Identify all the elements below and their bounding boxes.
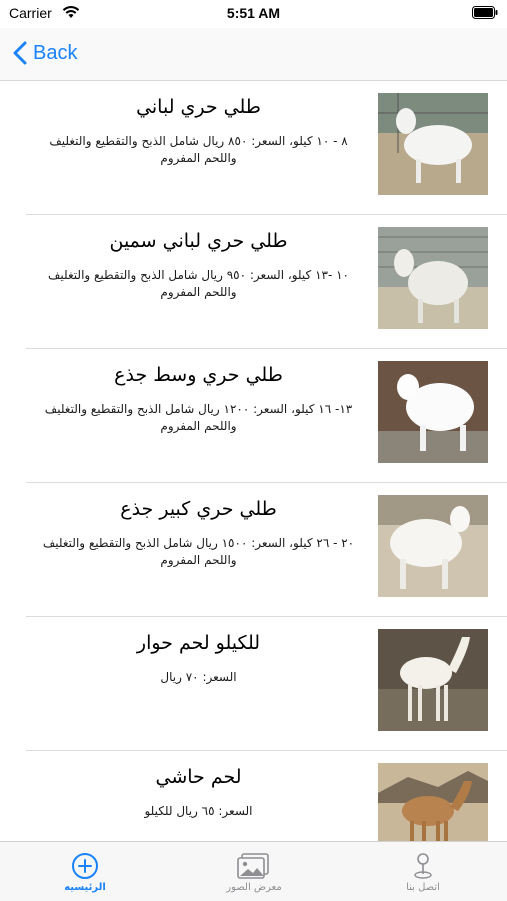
item-text: طلي حري كبير جذع ٢٠ - ٢٦ كيلو، السعر: ١٥…	[40, 497, 357, 569]
item-description: ٢٠ - ٢٦ كيلو، السعر: ١٥٠٠ ريال شامل الذب…	[42, 536, 355, 567]
tab-label: الرئيسيه	[64, 882, 106, 893]
tab-bar: الرئيسيه معرض الصور اتصل بنا	[0, 841, 507, 901]
sheep-photo	[378, 361, 488, 463]
item-title: طلي حري وسط جذع	[114, 364, 283, 386]
item-title: طلي حري لباني	[136, 96, 261, 118]
item-text: لحم حاشي السعر: ٦٥ ريال للكيلو	[40, 765, 357, 820]
back-label: Back	[33, 41, 78, 64]
tab-label: معرض الصور	[226, 882, 282, 893]
camel-photo	[378, 763, 488, 841]
tab-gallery[interactable]: معرض الصور	[194, 842, 314, 901]
list-item[interactable]: طلي حري لباني ٨ - ١٠ كيلو، السعر: ٨٥٠ ري…	[0, 81, 507, 215]
gallery-icon	[237, 853, 269, 879]
sheep-photo	[378, 93, 488, 195]
camel-photo	[378, 629, 488, 731]
item-title: للكيلو لحم حوار	[136, 632, 261, 654]
list-item[interactable]: طلي حري وسط جذع ١٣- ١٦ كيلو، السعر: ١٢٠٠…	[0, 349, 507, 483]
item-description: ٨ - ١٠ كيلو، السعر: ٨٥٠ ريال شامل الذبح …	[49, 134, 348, 165]
item-title: طلي حري كبير جذع	[120, 498, 277, 520]
list-item[interactable]: طلي حري كبير جذع ٢٠ - ٢٦ كيلو، السعر: ١٥…	[0, 483, 507, 617]
navigation-bar: Back	[0, 28, 507, 81]
battery-icon	[472, 6, 498, 19]
item-text: للكيلو لحم حوار السعر: ٧٠ ريال	[40, 631, 357, 686]
sheep-photo	[378, 495, 488, 597]
item-description: السعر: ٧٠ ريال	[160, 670, 237, 684]
product-list: طلي حري لباني ٨ - ١٠ كيلو، السعر: ٨٥٠ ري…	[0, 81, 507, 841]
item-title: لحم حاشي	[155, 766, 242, 788]
tab-contact[interactable]: اتصل بنا	[363, 842, 483, 901]
list-item[interactable]: للكيلو لحم حوار السعر: ٧٠ ريال	[0, 617, 507, 751]
list-item[interactable]: لحم حاشي السعر: ٦٥ ريال للكيلو	[0, 751, 507, 841]
item-description: ١٠ -١٣ كيلو، السعر: ٩٥٠ ريال شامل الذبح …	[48, 268, 349, 299]
item-text: طلي حري وسط جذع ١٣- ١٦ كيلو، السعر: ١٢٠٠…	[40, 363, 357, 435]
chevron-left-icon	[13, 41, 27, 65]
sheep-photo	[378, 227, 488, 329]
back-button[interactable]: Back	[13, 38, 77, 68]
item-description: ١٣- ١٦ كيلو، السعر: ١٢٠٠ ريال شامل الذبح…	[44, 402, 353, 433]
item-description: السعر: ٦٥ ريال للكيلو	[144, 804, 253, 818]
item-text: طلي حري لباني ٨ - ١٠ كيلو، السعر: ٨٥٠ ري…	[40, 95, 357, 167]
location-pin-icon	[414, 853, 432, 879]
clock: 5:51 AM	[226, 5, 281, 21]
status-bar: Carrier 5:51 AM	[0, 0, 507, 28]
tab-label: اتصل بنا	[406, 882, 440, 893]
item-title: طلي حري لباني سمين	[109, 230, 288, 252]
item-text: طلي حري لباني سمين ١٠ -١٣ كيلو، السعر: ٩…	[40, 229, 357, 301]
tab-home[interactable]: الرئيسيه	[25, 842, 145, 901]
list-item[interactable]: طلي حري لباني سمين ١٠ -١٣ كيلو، السعر: ٩…	[0, 215, 507, 349]
plus-circle-icon	[72, 853, 98, 879]
